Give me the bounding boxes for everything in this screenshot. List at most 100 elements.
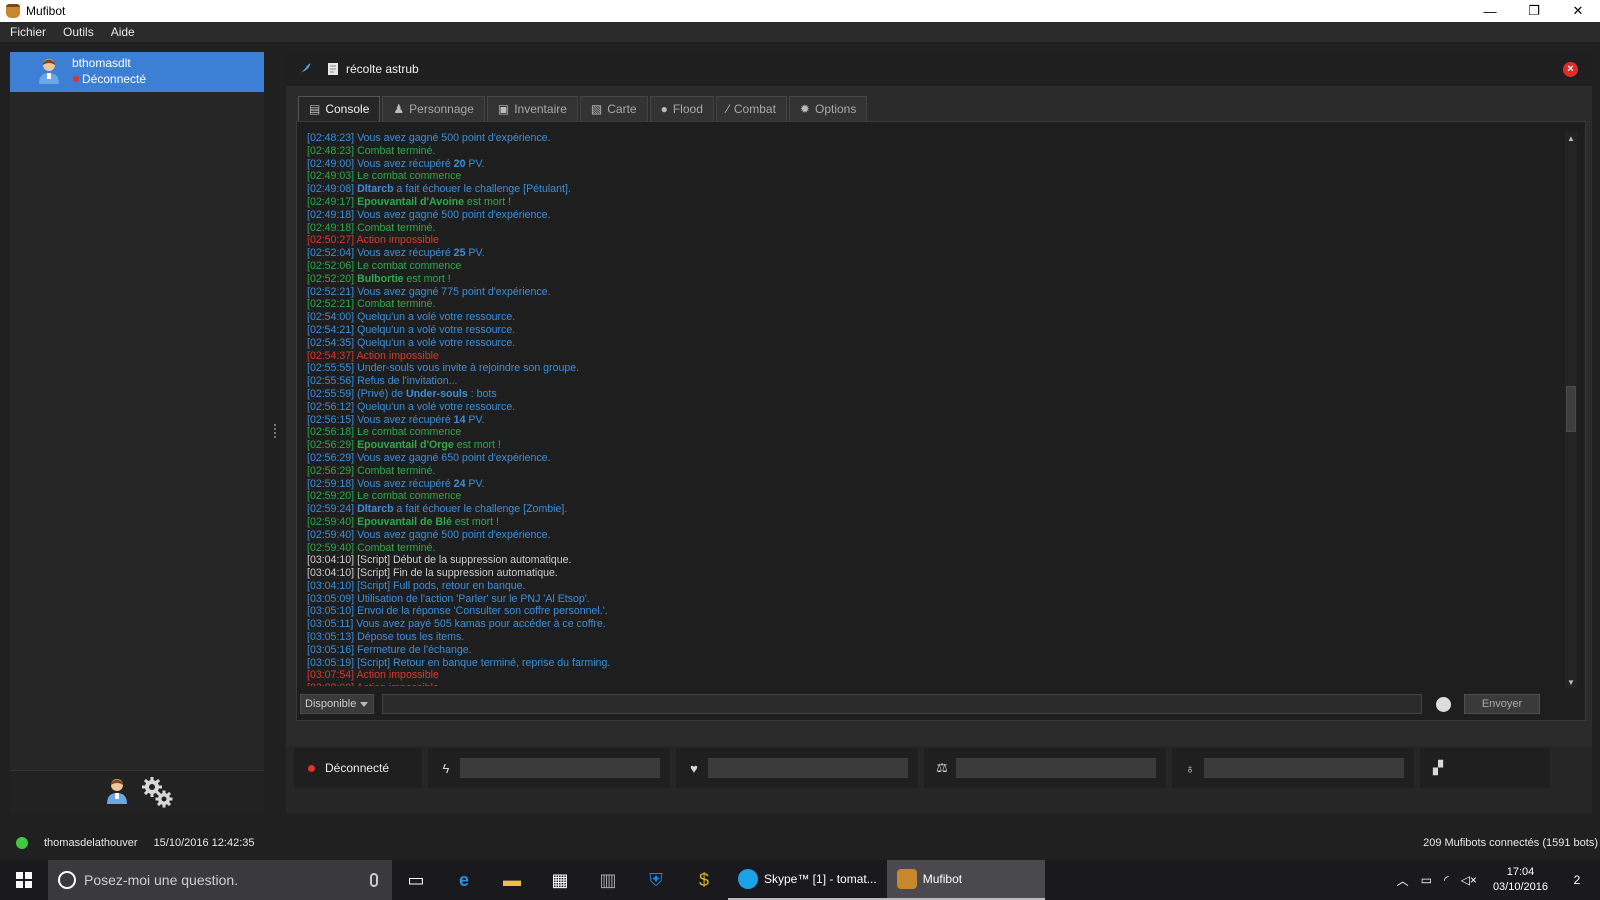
menu-fichier[interactable]: Fichier [0,25,53,39]
scale-icon: ⚖ [936,760,948,775]
restore-button[interactable]: ❐ [1512,0,1556,22]
start-button[interactable] [0,860,48,900]
money-bag-icon[interactable]: $ [680,860,728,900]
log-line: [02:59:40] Combat terminé. [307,542,1527,555]
script-scroll-icon [328,63,338,75]
taskbar-app-label: Skype™ [1] - tomat... [764,872,877,886]
log-text: Vous avez gagné 650 point d'expérience. [357,451,551,464]
log-text: Dépose tous les items. [357,631,465,644]
log-text: Le combat commence [357,490,462,503]
kamas-stat: ▞ [1420,748,1550,788]
log-timestamp: [02:59:20] [307,490,355,503]
send-button[interactable]: Envoyer [1464,694,1540,714]
log-timestamp: [02:52:04] [307,247,355,260]
tab-options[interactable]: ✹ Options [788,96,868,121]
life-stat: ♥ [676,748,918,788]
log-timestamp: [02:54:37] [307,349,355,362]
shield-icon[interactable]: ⛨ [632,860,680,900]
windows-logo-icon [16,872,32,888]
taskbar-app-skype[interactable]: Skype™ [1] - tomat... [728,860,887,900]
log-text: Fermeture de l'échange. [357,643,472,656]
mufibot-icon [896,869,917,889]
console-scrollbar[interactable]: ▲ ▼ [1565,132,1577,688]
log-line: [03:05:10] Envoi de la réponse 'Consulte… [307,605,1527,618]
panel-splitter-handle[interactable] [274,424,277,442]
settings-gears-icon[interactable] [140,775,174,809]
close-bot-icon[interactable]: × [1563,61,1578,77]
sword-icon: ⁄ [726,102,729,116]
log-timestamp: [03:05:13] [307,631,355,644]
log-timestamp: [02:54:35] [307,336,355,349]
log-text: Vous avez gagné 500 point d'expérience. [357,132,551,144]
log-timestamp: [02:59:40] [307,528,355,541]
log-text: Refus de l'invitation... [357,375,458,388]
console-frame: [02:48:23] Vous avez gagné 500 point d'e… [296,121,1586,721]
account-list-panel: bthomasdlt Déconnecté [10,52,264,814]
account-item[interactable]: bthomasdlt Déconnecté [10,52,264,92]
log-line: [03:05:16] Fermeture de l'échange. [307,644,1527,657]
chevron-up-icon[interactable]: ︿ [1397,872,1409,889]
tab-label: Personnage [409,102,474,116]
log-timestamp: [02:56:29] [307,439,355,452]
connection-status-label: Déconnecté [325,761,390,775]
log-timestamp: [03:04:10] [307,567,355,580]
network-app-icon[interactable]: ▥ [584,860,632,900]
scroll-up-arrow-icon[interactable]: ▲ [1565,132,1577,144]
log-line: [02:55:55] Under-souls vous invite à rej… [307,362,1527,375]
log-timestamp: [03:08:00] [307,682,354,686]
script-title: récolte astrub [346,62,419,76]
cortana-icon [58,871,76,889]
log-text: a fait échouer le challenge [Pétulant]. [393,183,571,196]
wifi-icon[interactable]: ◜ [1444,873,1449,887]
tab-inventaire[interactable]: ▣ Inventaire [486,96,578,121]
action-center-icon[interactable]: 2 [1562,860,1592,900]
log-text: Action impossible [356,234,439,247]
log-line: [02:56:12] Quelqu'un a volé votre ressou… [307,401,1527,414]
clock-time: 17:04 [1506,866,1535,878]
log-timestamp: [02:54:00] [307,311,355,324]
scroll-down-arrow-icon[interactable]: ▼ [1565,676,1577,688]
system-tray: ︿ ▭ ◜ ◁× 17:04 03/10/2016 2 [1391,860,1600,900]
scrollbar-thumb[interactable] [1566,386,1576,432]
taskbar-app-mufibot[interactable]: Mufibot [886,860,1045,900]
log-line: [02:49:08] Dltarcb a fait échouer le cha… [307,183,1527,196]
log-text: Envoi de la réponse 'Consulter son coffr… [357,605,608,618]
edge-browser-icon[interactable]: e [440,860,488,900]
log-text: 25 [453,247,466,260]
file-explorer-icon[interactable]: ▬ [488,860,536,900]
feather-icon[interactable] [296,61,312,77]
add-account-user-icon[interactable] [106,777,128,805]
log-text: est mort ! [451,515,499,528]
menu-aide[interactable]: Aide [101,25,142,39]
cortana-search[interactable]: Posez-moi une question. [48,860,392,900]
log-text: PV. [465,477,485,490]
battery-icon[interactable]: ▭ [1421,873,1432,887]
store-icon[interactable]: ▦ [536,860,584,900]
log-timestamp: [02:50:27] [307,234,355,247]
microphone-icon[interactable] [370,873,378,887]
tab-personnage[interactable]: ♟ Personnage [382,96,485,121]
log-timestamp: [03:07:54] [307,669,355,682]
log-text: Under-souls vous invite à rejoindre son … [357,362,580,375]
log-timestamp: [02:59:40] [307,515,355,528]
smiley-button[interactable] [1432,694,1454,714]
tab-console[interactable]: ▤ Console [298,96,381,121]
task-view-icon[interactable]: ▭ [392,860,440,900]
log-line: [02:56:29] Epouvantail d'Orge est mort ! [307,439,1527,452]
log-text: Vous avez récupéré [357,157,454,170]
tab-flood[interactable]: ● Flood [649,96,714,121]
window-title: Mufibot [26,4,66,18]
tab-carte[interactable]: ▧ Carte [579,96,648,121]
log-text: PV. [465,413,485,426]
mufibot-app-icon [6,4,20,18]
chat-status-select[interactable]: Disponible [300,694,374,714]
volume-muted-icon[interactable]: ◁× [1461,873,1477,887]
taskbar-clock[interactable]: 17:04 03/10/2016 [1493,865,1548,895]
chat-message-input[interactable] [382,694,1422,714]
minimize-button[interactable]: — [1468,0,1512,22]
menu-outils[interactable]: Outils [53,25,101,39]
chat-input-row: Disponible Envoyer [300,694,1580,714]
close-window-button[interactable]: ✕ [1556,0,1600,22]
tab-combat[interactable]: ⁄ Combat [715,96,787,121]
log-text: 14 [453,413,466,426]
